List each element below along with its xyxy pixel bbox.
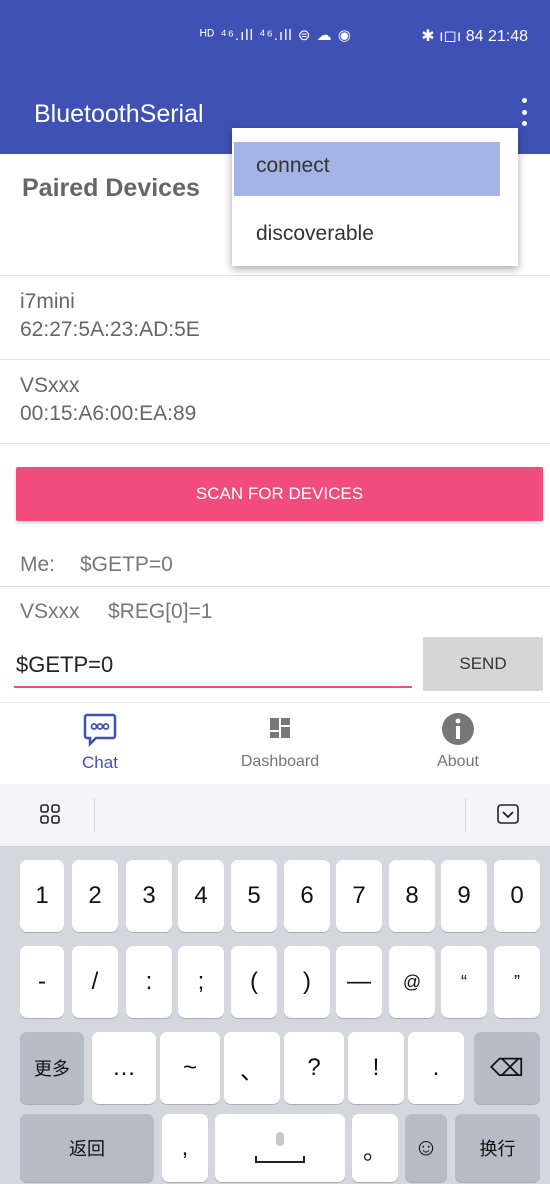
key[interactable]: …: [92, 1032, 156, 1104]
nav-dashboard-label: Dashboard: [240, 753, 320, 770]
backspace-key[interactable]: ⌫: [474, 1032, 540, 1104]
device-name: VSxxx: [20, 374, 80, 397]
paired-devices-header: Paired Devices: [22, 174, 200, 202]
info-icon: [440, 711, 476, 752]
device-item[interactable]: VSxxx 00:15:A6:00:EA:89: [0, 360, 550, 444]
key[interactable]: @: [389, 946, 435, 1018]
key[interactable]: ~: [160, 1032, 220, 1104]
key[interactable]: 8: [389, 860, 435, 932]
more-symbols-key[interactable]: 更多: [20, 1032, 84, 1104]
microphone-icon: [255, 1132, 305, 1163]
key[interactable]: —: [336, 946, 382, 1018]
key[interactable]: -: [20, 946, 64, 1018]
app-title: BluetoothSerial: [34, 100, 204, 128]
key[interactable]: (: [231, 946, 277, 1018]
toolbar-divider: [465, 798, 466, 832]
send-button[interactable]: SEND: [423, 637, 543, 691]
device-item[interactable]: i7mini 62:27:5A:23:AD:5E: [0, 276, 550, 360]
key[interactable]: “: [441, 946, 487, 1018]
back-key[interactable]: 返回: [20, 1114, 154, 1182]
chat-message: Me: $GETP=0: [0, 541, 550, 587]
key[interactable]: 1: [20, 860, 64, 932]
menu-item-label: connect: [256, 154, 330, 177]
key[interactable]: 7: [336, 860, 382, 932]
message-input[interactable]: [14, 644, 412, 688]
key[interactable]: 0: [494, 860, 540, 932]
period-key[interactable]: 。: [352, 1114, 398, 1182]
key[interactable]: 9: [441, 860, 487, 932]
key[interactable]: 5: [231, 860, 277, 932]
keyboard-toolbar: [0, 784, 550, 846]
key[interactable]: ?: [284, 1032, 344, 1104]
key[interactable]: ;: [178, 946, 224, 1018]
message-sender: Me:: [20, 553, 56, 576]
key[interactable]: 6: [284, 860, 330, 932]
menu-item-discoverable[interactable]: discoverable: [234, 210, 514, 260]
device-address: 62:27:5A:23:AD:5E: [20, 318, 200, 341]
comma-key[interactable]: ,: [162, 1114, 208, 1182]
signal-indicators: ᴴᴰ ⁴⁶.ıll ⁴⁶.ıll ⊜ ☁ ◉: [200, 27, 352, 44]
overflow-menu-icon[interactable]: [518, 98, 530, 126]
key[interactable]: ”: [494, 946, 540, 1018]
overflow-menu: connect discoverable: [232, 128, 518, 266]
key[interactable]: !: [348, 1032, 404, 1104]
compose-row: SEND: [0, 634, 550, 700]
status-bar: ᴴᴰ ⁴⁶.ıll ⁴⁶.ıll ⊜ ☁ ◉ ✱ ı◻ı 84 21:48: [0, 0, 550, 70]
status-right: ✱ ı◻ı 84 21:48: [421, 28, 528, 45]
device-address: 00:15:A6:00:EA:89: [20, 402, 197, 425]
key[interactable]: /: [72, 946, 118, 1018]
key[interactable]: 、: [224, 1032, 280, 1104]
key[interactable]: .: [408, 1032, 464, 1104]
key[interactable]: 3: [126, 860, 172, 932]
menu-item-connect[interactable]: connect: [234, 142, 500, 196]
chat-bubble-icon: [82, 711, 118, 752]
space-key[interactable]: [215, 1114, 345, 1182]
toolbar-divider: [94, 798, 95, 832]
nav-about[interactable]: About: [388, 703, 528, 785]
dashboard-icon: [263, 711, 297, 750]
nav-about-label: About: [437, 753, 479, 770]
key[interactable]: 2: [72, 860, 118, 932]
bottom-navigation: Chat Dashboard About: [0, 702, 550, 784]
message-sender: VSxxx: [20, 600, 80, 623]
chat-message: VSxxx $REG[0]=1: [0, 588, 550, 634]
nav-dashboard[interactable]: Dashboard: [210, 703, 350, 785]
emoji-key[interactable]: ☺: [405, 1114, 447, 1182]
hide-keyboard-icon[interactable]: [496, 802, 520, 831]
menu-item-label: discoverable: [256, 222, 374, 245]
message-text: $REG[0]=1: [108, 600, 213, 623]
soft-keyboard: 1 2 3 4 5 6 7 8 9 0 - / : ; ( ) — @ “ ” …: [0, 846, 550, 1184]
device-name: i7mini: [20, 290, 75, 313]
newline-key[interactable]: 换行: [455, 1114, 540, 1182]
keyboard-menu-icon[interactable]: [40, 804, 60, 829]
nav-chat-label: Chat: [82, 753, 118, 772]
scan-for-devices-button[interactable]: SCAN FOR DEVICES: [16, 467, 543, 521]
key[interactable]: ): [284, 946, 330, 1018]
key[interactable]: 4: [178, 860, 224, 932]
key[interactable]: :: [126, 946, 172, 1018]
nav-chat[interactable]: Chat: [30, 703, 170, 785]
message-text: $GETP=0: [80, 553, 173, 576]
